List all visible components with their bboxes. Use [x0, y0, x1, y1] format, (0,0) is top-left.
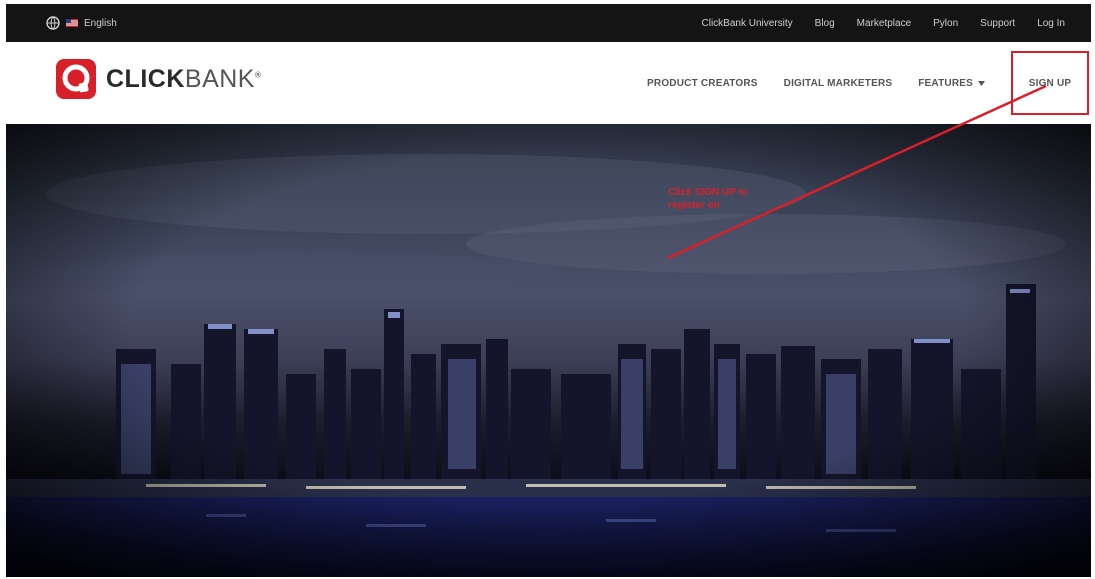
link-clickbank-university[interactable]: ClickBank University	[702, 18, 793, 29]
link-support[interactable]: Support	[980, 18, 1015, 29]
annotation-line-1: Click SIGN UP to	[668, 187, 748, 198]
nav-product-creators[interactable]: PRODUCT CREATORS	[647, 78, 758, 89]
city-skyline-image	[6, 124, 1091, 577]
browser-viewport: English ClickBank University Blog Market…	[6, 4, 1091, 577]
sign-up-highlight-box: SIGN UP	[1011, 51, 1089, 115]
brand-registered: ®	[254, 70, 262, 80]
hero-banner: Click SIGN UP to register on	[6, 124, 1091, 577]
clickbank-logo[interactable]: CLICKBANK®	[56, 57, 261, 101]
link-blog[interactable]: Blog	[815, 18, 835, 29]
language-label: English	[84, 17, 117, 29]
annotation-instruction: Click SIGN UP to register on	[668, 186, 788, 212]
brand-name: CLICKBANK®	[106, 65, 261, 94]
main-nav: PRODUCT CREATORS DIGITAL MARKETERS FEATU…	[647, 42, 1091, 124]
nav-sign-up[interactable]: SIGN UP	[1029, 78, 1072, 89]
clickbank-logo-icon	[56, 59, 96, 99]
globe-icon	[46, 16, 60, 30]
chevron-down-icon	[978, 80, 985, 86]
annotation-line-2: register on	[668, 200, 720, 211]
language-selector[interactable]: English	[46, 4, 117, 42]
link-log-in[interactable]: Log In	[1037, 18, 1065, 29]
brand-bold: CLICK	[106, 64, 185, 93]
nav-features[interactable]: FEATURES	[918, 78, 985, 89]
us-flag-icon	[66, 19, 78, 27]
brand-light: BANK	[184, 64, 255, 93]
utility-links: ClickBank University Blog Marketplace Py…	[680, 4, 1065, 42]
utility-bar: English ClickBank University Blog Market…	[6, 4, 1091, 42]
link-pylon[interactable]: Pylon	[933, 18, 958, 29]
link-marketplace[interactable]: Marketplace	[857, 18, 911, 29]
nav-digital-marketers[interactable]: DIGITAL MARKETERS	[784, 78, 893, 89]
site-header: CLICKBANK® PRODUCT CREATORS DIGITAL MARK…	[6, 42, 1091, 124]
nav-features-label: FEATURES	[918, 77, 973, 89]
